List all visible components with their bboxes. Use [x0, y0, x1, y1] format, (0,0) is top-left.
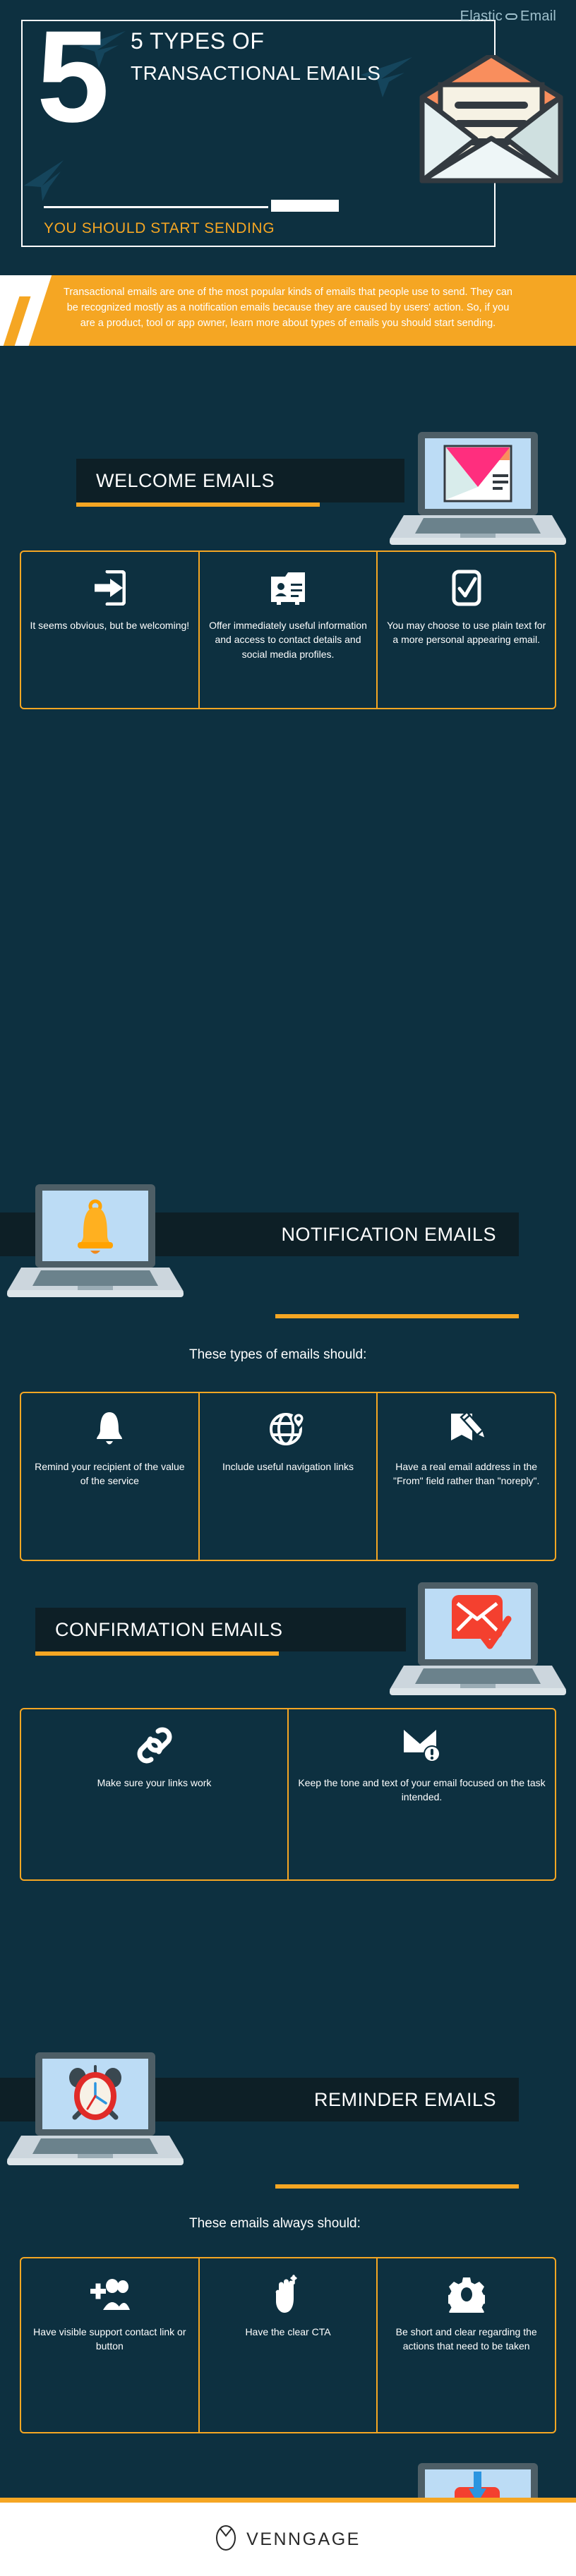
footer-brand-name: VENNGAGE	[246, 2529, 361, 2549]
card-text: Remind your recipient of the value of th…	[35, 1461, 185, 1487]
chain-link-icon	[136, 1725, 173, 1766]
section-title: CONFIRMATION EMAILS	[55, 1618, 283, 1640]
card: Have a real email address in the "From" …	[378, 1393, 555, 1560]
write-pencil-icon	[448, 1409, 485, 1450]
card-text: Keep the tone and text of your email foc…	[298, 1777, 546, 1803]
cards-row: Remind your recipient of the value of th…	[20, 1392, 556, 1561]
card-text: Have the clear CTA	[245, 2326, 331, 2337]
footer: VENNGAGE	[0, 2498, 576, 2576]
venngage-logo-icon	[215, 2524, 236, 2555]
card: Be short and clear regarding the actions…	[378, 2258, 555, 2432]
card: Make sure your links work	[21, 1709, 289, 1879]
section-title-bar: WELCOME EMAILS	[76, 459, 404, 502]
laptop-alarm-clock-screen	[7, 2052, 184, 2169]
section-underline	[275, 1314, 519, 1318]
card-text: Make sure your links work	[97, 1777, 212, 1788]
checkbox-check-icon	[452, 567, 481, 608]
brand-logo-right: Email	[520, 8, 556, 24]
section-title-bar: CONFIRMATION EMAILS	[35, 1608, 406, 1651]
card-text: Offer immediately useful information and…	[209, 620, 367, 660]
laptop-envelope-screen	[390, 432, 566, 548]
title-divider	[44, 206, 268, 208]
brand-logo: Elastic Email	[460, 8, 556, 25]
section-title: NOTIFICATION EMAILS	[281, 1223, 496, 1245]
section-underline	[76, 502, 320, 507]
section-underline	[35, 1651, 279, 1656]
card: Include useful navigation links	[200, 1393, 378, 1560]
card: Remind your recipient of the value of th…	[21, 1393, 200, 1560]
card: Have visible support contact link or but…	[21, 2258, 200, 2432]
hand-reminder-icon	[272, 2274, 304, 2315]
add-people-icon	[89, 2274, 131, 2315]
section-title: REMINDER EMAILS	[313, 2088, 496, 2110]
page-title-line2: TRANSACTIONAL EMAILS	[131, 62, 381, 84]
cards-row: Have visible support contact link or but…	[20, 2257, 556, 2433]
header: Elastic Email 5 5 TYPES OF TRANSACTIONAL…	[0, 0, 576, 275]
card: Keep the tone and text of your email foc…	[289, 1709, 555, 1879]
section-underline	[275, 2184, 519, 2189]
bell-icon	[94, 1409, 125, 1450]
big-number: 5	[37, 4, 109, 150]
link-icon	[505, 13, 517, 20]
gear-icon	[448, 2274, 485, 2315]
contact-card-icon	[270, 567, 306, 608]
infographic-page: Elastic Email 5 5 TYPES OF TRANSACTIONAL…	[0, 0, 576, 2576]
cards-row: Make sure your links work Keep the tone …	[20, 1708, 556, 1881]
section-note: These types of emails should:	[189, 1347, 367, 1362]
section-title: WELCOME EMAILS	[96, 469, 275, 491]
card-text: Have a real email address in the "From" …	[392, 1461, 540, 1487]
login-arrow-icon	[93, 567, 126, 608]
card: It seems obvious, but be welcoming!	[21, 552, 200, 708]
card: Offer immediately useful information and…	[200, 552, 378, 708]
intro-text: Transactional emails are one of the most…	[64, 287, 512, 330]
section-note: These emails always should:	[189, 2216, 361, 2231]
card-text: Be short and clear regarding the actions…	[395, 2326, 537, 2352]
laptop-mail-check-screen	[390, 1582, 566, 1699]
globe-pin-icon	[270, 1409, 306, 1450]
cards-row: It seems obvious, but be welcoming! Offe…	[20, 550, 556, 709]
brand-logo-left: Elastic	[460, 8, 503, 24]
footer-accent-bar	[0, 2498, 576, 2503]
card-text: Have visible support contact link or but…	[33, 2326, 186, 2352]
card-text: It seems obvious, but be welcoming!	[30, 620, 190, 631]
laptop-bell-screen	[7, 1184, 184, 1301]
open-envelope-icon	[414, 52, 569, 186]
page-subtitle: YOU SHOULD START SENDING	[44, 220, 275, 236]
envelope-alert-icon	[402, 1725, 442, 1766]
header-title-block: 5 TYPES OF TRANSACTIONAL EMAILS	[131, 27, 427, 86]
card-text: Include useful navigation links	[222, 1461, 354, 1472]
page-title-line1: 5 TYPES OF	[131, 28, 265, 54]
title-divider-block	[271, 200, 339, 212]
card: You may choose to use plain text for a m…	[378, 552, 555, 708]
card: Have the clear CTA	[200, 2258, 378, 2432]
card-text: You may choose to use plain text for a m…	[387, 620, 546, 646]
intro-banner: Transactional emails are one of the most…	[0, 275, 576, 346]
